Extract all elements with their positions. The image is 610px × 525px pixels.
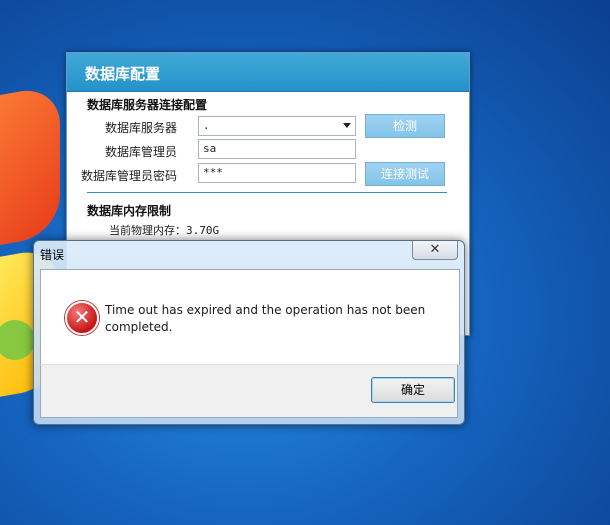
- password-label: 数据库管理员密码: [80, 169, 177, 183]
- memory-value: 3.70G: [186, 224, 220, 237]
- close-icon: ✕: [429, 242, 441, 257]
- connection-test-button[interactable]: 连接测试: [365, 162, 445, 186]
- ok-button[interactable]: 确定: [371, 377, 455, 403]
- error-icon: ✕: [65, 301, 99, 335]
- error-content: ✕ Time out has expired and the operation…: [40, 269, 460, 365]
- error-dialog: 错误 ✕ ✕ Time out has expired and the oper…: [33, 240, 465, 425]
- memory-section-title: 数据库内存限制: [87, 204, 172, 218]
- memory-info: 当前物理内存：3.70G: [109, 222, 219, 238]
- section-divider: [87, 192, 447, 193]
- server-label: 数据库服务器: [104, 121, 177, 135]
- error-footer: 确定: [40, 364, 458, 418]
- detect-button[interactable]: 检测: [365, 114, 445, 138]
- admin-label: 数据库管理员: [104, 145, 177, 159]
- chevron-down-icon[interactable]: [343, 123, 351, 128]
- memory-label: 当前物理内存：: [109, 224, 186, 237]
- admin-input[interactable]: sa: [198, 139, 356, 159]
- config-window-title: 数据库配置: [85, 65, 161, 83]
- server-value: .: [203, 119, 210, 132]
- password-input[interactable]: ***: [198, 163, 356, 183]
- connection-section-title: 数据库服务器连接配置: [87, 98, 208, 112]
- config-titlebar[interactable]: 数据库配置: [67, 53, 469, 92]
- error-dialog-title: 错误: [40, 248, 65, 262]
- error-message: Time out has expired and the operation h…: [105, 303, 426, 334]
- logo-red-pane: [0, 84, 60, 256]
- server-select[interactable]: .: [198, 116, 356, 136]
- close-button[interactable]: ✕: [412, 241, 458, 260]
